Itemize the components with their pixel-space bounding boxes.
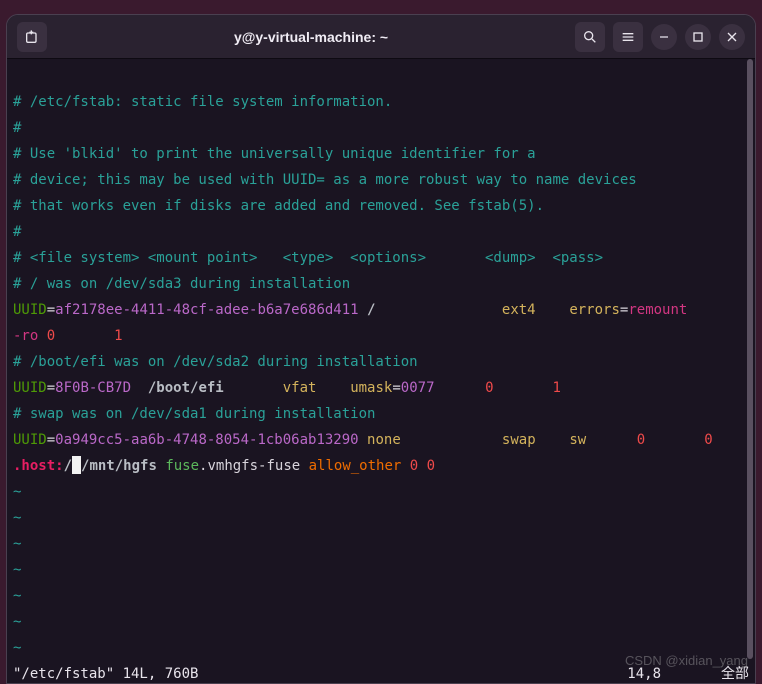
comment-line: # Use 'blkid' to print the universally u… [13,146,536,162]
close-button[interactable] [719,24,745,50]
comment-line: # device; this may be used with UUID= as… [13,172,637,188]
tilde-line: ~ [13,484,21,500]
new-tab-button[interactable] [17,22,47,52]
comment-line: # [13,120,21,136]
minimize-button[interactable] [651,24,677,50]
tilde-line: ~ [13,614,21,630]
comment-line: # <file system> <mount point> <type> <op… [13,250,603,266]
scroll-thumb[interactable] [747,59,753,659]
tilde-line: ~ [13,588,21,604]
terminal-content[interactable]: # /etc/fstab: static file system informa… [7,59,755,683]
watermark: CSDN @xidian_yang [625,653,748,668]
menu-button[interactable] [613,22,643,52]
tilde-line: ~ [13,536,21,552]
comment-line: # swap was on /dev/sda1 during installat… [13,406,375,422]
fstab-entry: .host://mnt/hgfs fuse.vmhgfs-fuse allow_… [13,458,435,474]
fstab-entry-wrap: -ro 0 1 [13,328,123,344]
maximize-button[interactable] [685,24,711,50]
window-title: y@y-virtual-machine: ~ [55,29,567,45]
comment-line: # /etc/fstab: static file system informa… [13,94,392,110]
status-filename: "/etc/fstab" 14L, 760B [13,661,627,683]
tilde-line: ~ [13,510,21,526]
fstab-entry: UUID=8F0B-CB7D /boot/efi vfat umask=0077… [13,380,561,396]
comment-line: # that works even if disks are added and… [13,198,544,214]
comment-line: # / was on /dev/sda3 during installation [13,276,350,292]
fstab-entry: UUID=af2178ee-4411-48cf-adee-b6a7e686d41… [13,302,687,318]
tilde-line: ~ [13,640,21,656]
scrollbar[interactable] [745,59,755,683]
cursor [72,456,81,474]
fstab-entry: UUID=0a949cc5-aa6b-4748-8054-1cb06ab1329… [13,432,713,448]
comment-line: # [13,224,21,240]
tilde-line: ~ [13,562,21,578]
search-button[interactable] [575,22,605,52]
comment-line: # /boot/efi was on /dev/sda2 during inst… [13,354,418,370]
titlebar: y@y-virtual-machine: ~ [7,15,755,59]
terminal-window: y@y-virtual-machine: ~ # /etc/fstab: sta… [6,14,756,684]
